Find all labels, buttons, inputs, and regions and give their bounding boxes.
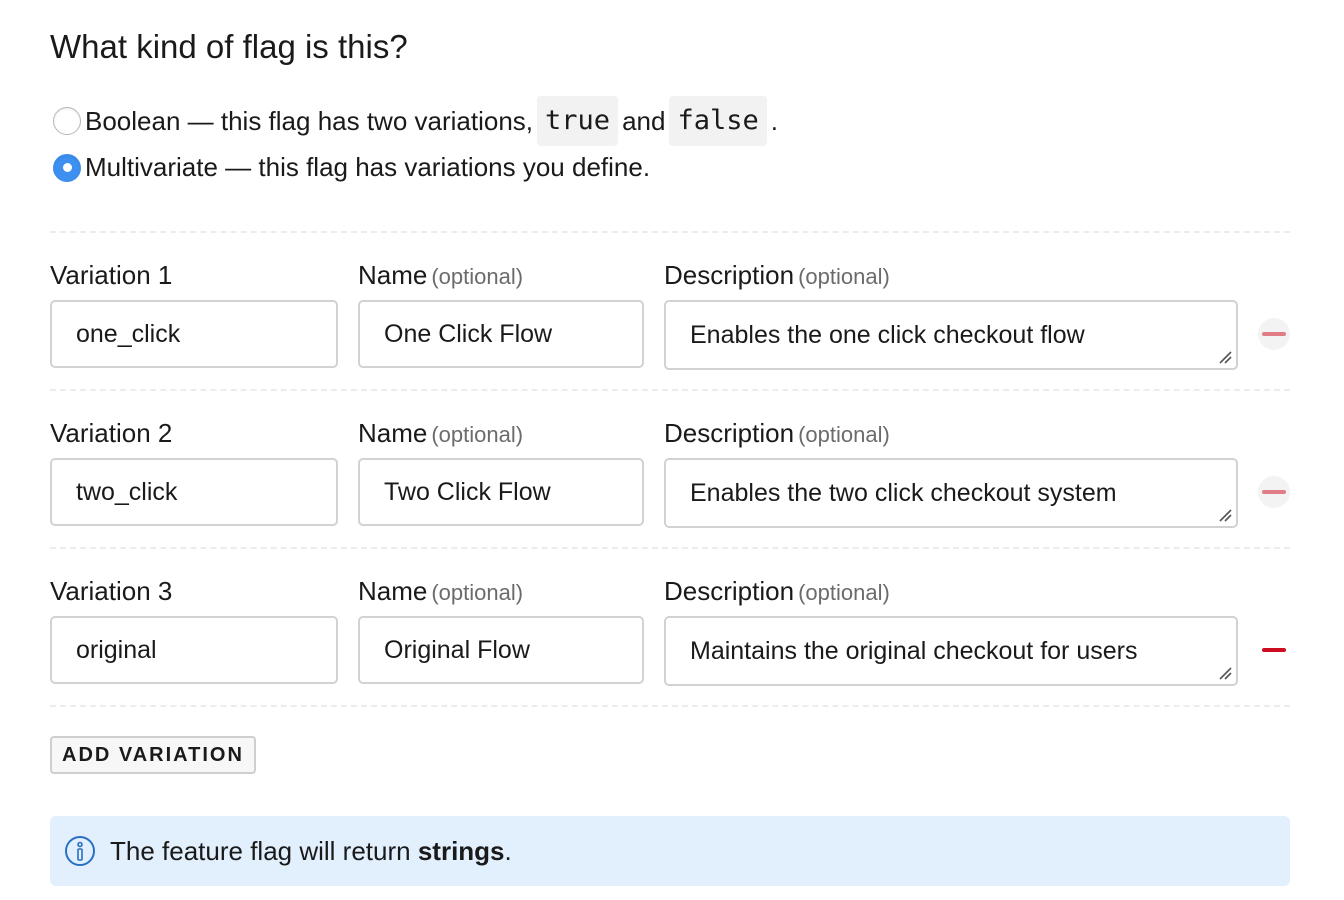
variation-value-input[interactable]: original	[50, 616, 338, 684]
divider	[50, 705, 1290, 707]
name-label: Name (optional)	[358, 418, 524, 448]
description-label: Description (optional)	[664, 260, 890, 290]
variation-value-input[interactable]: one_click	[50, 300, 338, 368]
resize-handle-icon[interactable]	[1218, 350, 1232, 364]
remove-variation-button[interactable]	[1258, 476, 1290, 508]
connector-text: and	[622, 105, 666, 136]
radio-boolean[interactable]	[53, 107, 81, 135]
info-icon	[65, 836, 95, 866]
variation-name-input[interactable]: Original Flow	[358, 616, 644, 684]
remove-variation-button[interactable]	[1258, 634, 1290, 666]
description-text: Enables the one click checkout flow	[690, 320, 1085, 349]
variation-description-textarea[interactable]: Enables the one click checkout flow	[664, 300, 1238, 370]
divider	[50, 231, 1290, 233]
variation-name-input[interactable]: One Click Flow	[358, 300, 644, 368]
radio-option-multivariate[interactable]: Multivariate — this flag has variations …	[53, 152, 650, 183]
variation-label: Variation 1	[50, 260, 173, 290]
radio-boolean-label: Boolean — this flag has two variations,	[85, 105, 534, 136]
description-text: Enables the two click checkout system	[690, 478, 1117, 507]
code-false: false	[669, 96, 767, 146]
page-title: What kind of flag is this?	[50, 28, 408, 65]
divider	[50, 389, 1290, 391]
divider	[50, 547, 1290, 549]
description-label: Description (optional)	[664, 418, 890, 448]
description-label: Description (optional)	[664, 576, 890, 606]
description-text: Maintains the original checkout for user…	[690, 636, 1138, 665]
minus-icon	[1262, 490, 1286, 494]
add-variation-button[interactable]: ADD VARIATION	[50, 736, 256, 774]
variation-row: Variation 3 Name (optional) Description (o…	[50, 576, 1290, 706]
radio-multivariate[interactable]	[53, 153, 81, 182]
resize-handle-icon[interactable]	[1218, 666, 1232, 680]
variation-row: Variation 2 Name (optional) Description (o…	[50, 418, 1290, 548]
variation-row: Variation 1 Name (optional) Description (o…	[50, 260, 1290, 390]
minus-icon	[1262, 648, 1286, 652]
variation-description-textarea[interactable]: Maintains the original checkout for user…	[664, 616, 1238, 686]
radio-option-boolean[interactable]: Boolean — this flag has two variations, …	[53, 96, 778, 146]
period: .	[770, 105, 778, 136]
variation-description-textarea[interactable]: Enables the two click checkout system	[664, 458, 1238, 528]
minus-icon	[1262, 332, 1286, 336]
variation-name-input[interactable]: Two Click Flow	[358, 458, 644, 526]
variation-label: Variation 2	[50, 418, 173, 448]
resize-handle-icon[interactable]	[1218, 508, 1232, 522]
info-banner: The feature flag will return strings.	[50, 816, 1290, 886]
code-true: true	[537, 96, 619, 146]
remove-variation-button[interactable]	[1258, 318, 1290, 350]
name-label: Name (optional)	[358, 576, 524, 606]
radio-multivariate-label: Multivariate — this flag has variations …	[85, 152, 651, 182]
variation-value-input[interactable]: two_click	[50, 458, 338, 526]
info-text: The feature flag will return strings.	[110, 835, 512, 866]
variation-label: Variation 3	[50, 576, 173, 606]
name-label: Name (optional)	[358, 260, 524, 290]
